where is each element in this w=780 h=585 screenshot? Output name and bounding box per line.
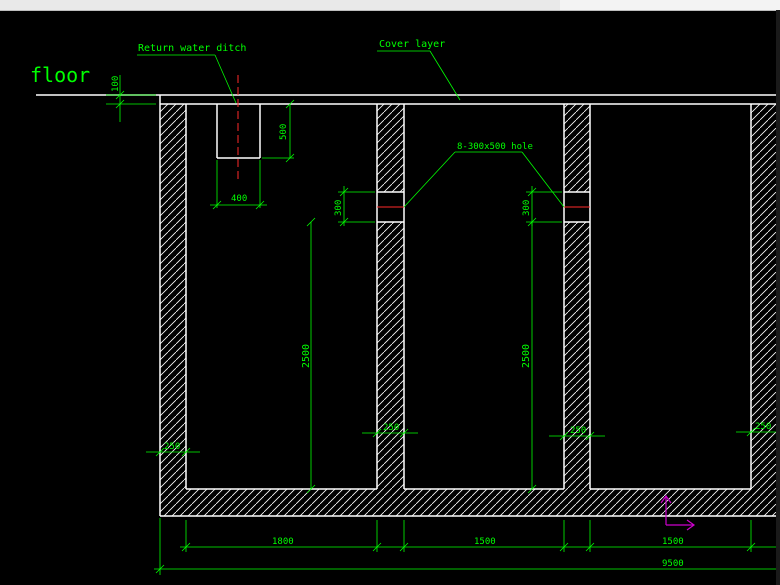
cover-layer-label: Cover layer	[379, 39, 445, 50]
floor-label: floor	[30, 63, 90, 87]
dim-250-b: 250	[383, 423, 399, 433]
dim-250-c: 250	[570, 426, 586, 436]
dim-1500-a: 1500	[474, 537, 496, 547]
viewport-scroll-edge[interactable]	[776, 10, 780, 585]
dim-300-right: 300	[522, 200, 532, 216]
hole-label: 8-300x500 hole	[457, 142, 533, 152]
dim-300-left: 300	[334, 200, 344, 216]
dim-1500-b: 1500	[662, 537, 684, 547]
cad-drawing: floor Return water ditch Cover layer 8-3…	[30, 39, 780, 575]
dim-2500-left: 2500	[301, 344, 312, 368]
dim-100: 100	[111, 76, 121, 92]
wall-left	[159, 104, 187, 516]
dim-400: 400	[231, 194, 247, 204]
dim-250-a: 250	[164, 442, 180, 452]
dim-500: 500	[279, 124, 289, 140]
bottom-slab	[160, 488, 780, 517]
dim-1800: 1800	[272, 537, 294, 547]
dim-250-d: 250	[755, 422, 771, 432]
return-water-ditch	[216, 75, 261, 182]
return-water-ditch-label: Return water ditch	[138, 43, 246, 54]
dim-2500-right: 2500	[521, 344, 532, 368]
wall-4	[750, 104, 778, 516]
dim-9500: 9500	[662, 559, 684, 569]
